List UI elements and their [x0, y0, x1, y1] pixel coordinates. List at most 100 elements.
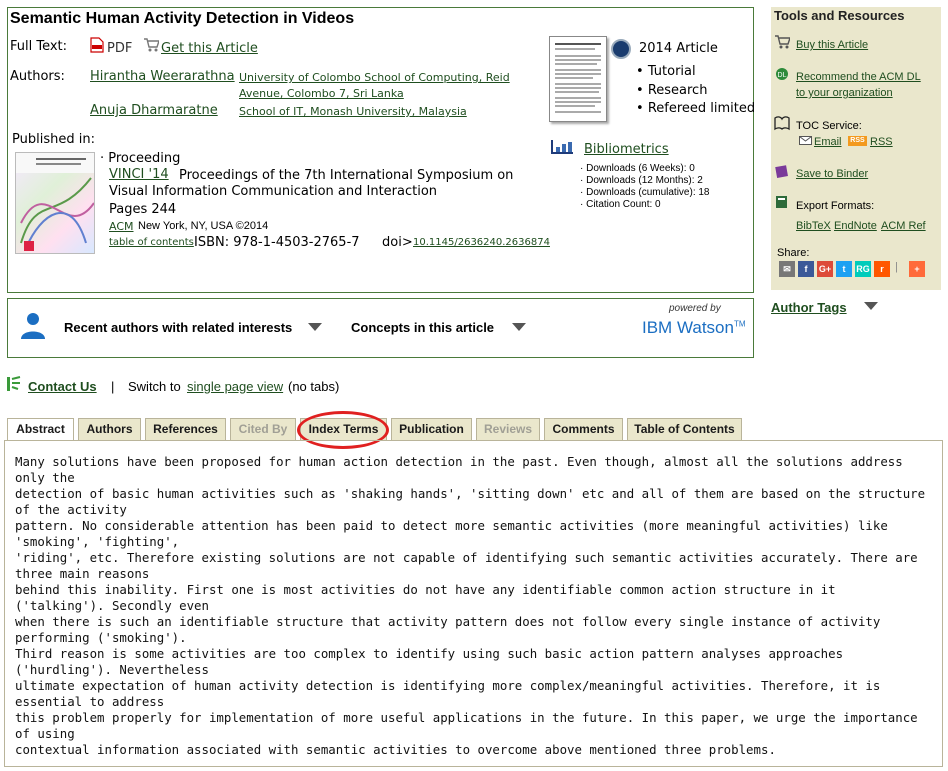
svg-text:DL: DL — [778, 72, 787, 79]
abstract-line: this problem properly for implementation… — [15, 710, 918, 741]
share-googleplus-icon[interactable]: G+ — [817, 261, 833, 277]
recommend-acm-link-line-2[interactable]: to your organization — [796, 85, 893, 101]
share-twitter-icon[interactable]: t — [836, 261, 852, 277]
save-to-binder-link[interactable]: Save to Binder — [796, 166, 868, 182]
author-affiliation-2[interactable]: School of IT, Monash University, Malaysi… — [239, 104, 467, 120]
isbn-text: ISBN: 978-1-4503-2765-7 — [194, 235, 360, 250]
abstract-line: ultimate expectation of human activity d… — [15, 678, 881, 709]
email-icon[interactable] — [799, 136, 812, 145]
share-researchgate-icon[interactable]: RG — [855, 261, 871, 277]
abstract-line: Third reason is some activities are too … — [15, 646, 844, 677]
share-separator: | — [895, 261, 898, 273]
proceedings-cover-image[interactable] — [15, 152, 95, 254]
bibliometrics-chart-icon — [551, 140, 573, 154]
abstract-line: detection of basic human activities such… — [15, 486, 926, 517]
bibliometrics-downloads-12mo: · Downloads (12 Months): 2 — [580, 175, 703, 186]
article-title: Semantic Human Activity Detection in Vid… — [10, 10, 355, 27]
venue-title-line-2: Visual Information Communication and Int… — [109, 184, 438, 199]
share-label: Share: — [777, 247, 810, 259]
share-facebook-icon[interactable]: f — [798, 261, 814, 277]
toc-book-icon — [774, 116, 790, 131]
toc-email-link[interactable]: Email — [814, 134, 842, 150]
recommend-icon[interactable]: DL — [774, 66, 790, 82]
tab-references[interactable]: References — [145, 418, 226, 440]
pages-text: Pages 244 — [109, 202, 177, 217]
single-page-view-link[interactable]: single page view — [187, 379, 283, 394]
contact-icon — [7, 376, 21, 391]
no-tabs-label: (no tabs) — [288, 379, 340, 394]
abstract-text: Many solutions have been proposed for hu… — [15, 454, 930, 758]
tab-publication[interactable]: Publication — [391, 418, 472, 440]
bibliometrics-link[interactable]: Bibliometrics — [584, 142, 669, 157]
rss-icon[interactable]: RSS — [848, 136, 867, 146]
abstract-line: when there is such an identifiable struc… — [15, 614, 881, 645]
author-link-1[interactable]: Hirantha Weerarathna — [90, 69, 235, 84]
abstract-line: contextual information associated with s… — [15, 742, 776, 757]
get-article-link[interactable]: Get this Article — [161, 41, 258, 56]
share-email-icon[interactable]: ✉ — [779, 261, 795, 277]
ibm-watson-logo: IBM WatsonTM — [642, 318, 746, 337]
bibliometrics-downloads-6wk: · Downloads (6 Weeks): 0 — [580, 163, 695, 174]
pdf-icon[interactable] — [90, 37, 104, 53]
published-in-label: Published in: — [12, 132, 95, 147]
author-tags-link[interactable]: Author Tags — [771, 300, 847, 315]
person-icon — [21, 313, 45, 339]
tab-authors[interactable]: Authors — [78, 418, 141, 440]
abstract-line: pattern. No considerable attention has b… — [15, 518, 888, 549]
article-type-tutorial: • Tutorial — [636, 64, 696, 79]
article-type-refereed: • Refereed limited — [636, 101, 756, 116]
venue-link[interactable]: VINCI '14 — [109, 167, 169, 182]
pdf-link[interactable]: PDF — [107, 41, 132, 56]
cart-icon[interactable] — [774, 34, 790, 50]
export-formats-label: Export Formats: — [796, 200, 875, 212]
table-of-contents-link[interactable]: table of contents — [109, 237, 194, 248]
proceeding-label: · Proceeding — [100, 151, 181, 166]
abstract-line: 'riding', etc. Therefore existing soluti… — [15, 550, 918, 581]
export-bibtex-link[interactable]: BibTeX — [796, 218, 831, 234]
abstract-line: behind this inability. First one is most… — [15, 582, 836, 613]
author-affiliation-1[interactable]: University of Colombo School of Computin… — [239, 70, 510, 86]
tab-reviews[interactable]: Reviews — [476, 418, 540, 440]
tab-table-of-contents[interactable]: Table of Contents — [627, 418, 742, 440]
venue-title-line-1: Proceedings of the 7th International Sym… — [179, 168, 514, 183]
binder-icon[interactable] — [774, 163, 790, 179]
author-link-2[interactable]: Anuja Dharmaratne — [90, 103, 218, 118]
concepts-chevron-down-icon[interactable] — [512, 323, 526, 331]
tools-resources-panel: Tools and Resources Buy this Article DL … — [771, 7, 941, 290]
contact-us-link[interactable]: Contact Us — [28, 379, 97, 394]
tab-comments[interactable]: Comments — [544, 418, 623, 440]
abstract-line: Many solutions have been proposed for hu… — [15, 454, 903, 485]
author-tags-chevron-down-icon[interactable] — [864, 302, 878, 310]
recent-authors-dropdown[interactable]: Recent authors with related interests — [64, 320, 292, 335]
tab-abstract[interactable]: Abstract — [7, 418, 74, 441]
share-more-icon[interactable]: + — [909, 261, 925, 277]
bibliometrics-citation-count: · Citation Count: 0 — [580, 199, 661, 210]
doi-link[interactable]: 10.1145/2636240.2636874 — [413, 237, 550, 248]
tab-cited-by[interactable]: Cited By — [230, 418, 296, 440]
doi-label: doi> — [382, 235, 413, 250]
paper-thumbnail[interactable] — [549, 36, 607, 122]
contact-separator: | — [111, 379, 115, 394]
authors-label: Authors: — [10, 69, 65, 84]
powered-by-label: powered by — [669, 303, 721, 314]
recommend-acm-link-line-1[interactable]: Recommend the ACM DL — [796, 69, 921, 85]
article-type-research: • Research — [636, 83, 708, 98]
buy-article-link[interactable]: Buy this Article — [796, 37, 868, 53]
bibliometrics-downloads-cumulative: · Downloads (cumulative): 18 — [580, 187, 710, 198]
acm-logo-icon — [611, 39, 631, 59]
concepts-dropdown[interactable]: Concepts in this article — [351, 320, 494, 335]
tools-resources-header: Tools and Resources — [774, 8, 905, 23]
share-reddit-icon[interactable]: r — [874, 261, 890, 277]
export-endnote-link[interactable]: EndNote — [834, 218, 877, 234]
publisher-link[interactable]: ACM — [109, 220, 134, 233]
author-affiliation-1-cont[interactable]: Avenue, Colombo 7, Sri Lanka — [239, 86, 404, 102]
switch-to-label: Switch to — [128, 379, 181, 394]
export-acmref-link[interactable]: ACM Ref — [881, 218, 926, 234]
publisher-location: New York, NY, USA ©2014 — [138, 220, 269, 232]
cart-icon[interactable] — [143, 37, 159, 52]
article-year-type: 2014 Article — [639, 41, 718, 56]
toc-service-label: TOC Service: — [796, 120, 862, 132]
full-text-label: Full Text: — [10, 39, 68, 54]
recent-authors-chevron-down-icon[interactable] — [308, 323, 322, 331]
toc-rss-link[interactable]: RSS — [870, 134, 893, 150]
